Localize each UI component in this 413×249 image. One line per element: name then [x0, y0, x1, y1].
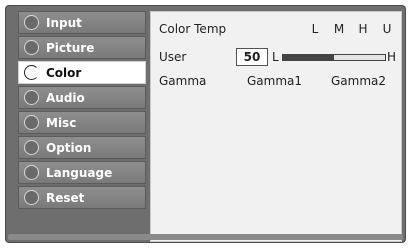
color-temp-option-u[interactable]: U — [379, 20, 395, 38]
menu-item-option[interactable]: Option — [18, 136, 146, 159]
menu-item-label: Language — [46, 166, 113, 180]
osd-menu-window: Input Picture Color Audio Misc Option La… — [5, 5, 406, 243]
user-value: 50 — [236, 48, 268, 66]
menu-item-audio[interactable]: Audio — [18, 86, 146, 109]
menu-item-label: Picture — [46, 41, 95, 55]
menu-circle-icon — [24, 190, 39, 205]
menu-item-label: Color — [46, 66, 82, 80]
slider-max-label: H — [387, 50, 397, 64]
slider-min-label: L — [272, 50, 279, 64]
menu-circle-icon — [24, 90, 39, 105]
color-settings-panel: Color Temp L M H U User 50 L H Gamma Gam… — [150, 11, 402, 242]
color-temp-option-l[interactable]: L — [307, 20, 323, 38]
menu-item-label: Audio — [46, 91, 85, 105]
menu-item-reset[interactable]: Reset — [18, 186, 146, 209]
color-temp-label: Color Temp — [159, 22, 227, 36]
color-temp-option-h[interactable]: H — [355, 20, 371, 38]
gamma-option-1[interactable]: Gamma1 — [247, 72, 302, 90]
menu-circle-icon — [24, 15, 39, 30]
color-temp-option-m[interactable]: M — [331, 20, 347, 38]
menu-circle-icon — [24, 165, 39, 180]
menu-circle-icon — [24, 140, 39, 155]
menu-item-language[interactable]: Language — [18, 161, 146, 184]
menu-item-label: Misc — [46, 116, 77, 130]
main-menu: Input Picture Color Audio Misc Option La… — [18, 11, 146, 211]
user-slider-fill — [283, 55, 334, 60]
menu-item-label: Option — [46, 141, 92, 155]
gamma-label: Gamma — [159, 74, 207, 88]
user-label: User — [159, 50, 187, 64]
menu-item-label: Input — [46, 16, 82, 30]
menu-circle-icon — [24, 40, 39, 55]
menu-item-input[interactable]: Input — [18, 11, 146, 34]
gamma-row: Gamma Gamma1 Gamma2 — [159, 72, 395, 90]
user-row: User 50 L H — [159, 48, 397, 66]
menu-circle-icon — [24, 115, 39, 130]
menu-item-label: Reset — [46, 191, 85, 205]
color-temp-row: Color Temp L M H U — [159, 20, 395, 38]
gamma-option-2[interactable]: Gamma2 — [331, 72, 386, 90]
menu-item-color[interactable]: Color — [18, 61, 146, 84]
menu-circle-icon — [24, 65, 39, 80]
user-slider[interactable] — [282, 54, 386, 61]
menu-item-picture[interactable]: Picture — [18, 36, 146, 59]
menu-item-misc[interactable]: Misc — [18, 111, 146, 134]
